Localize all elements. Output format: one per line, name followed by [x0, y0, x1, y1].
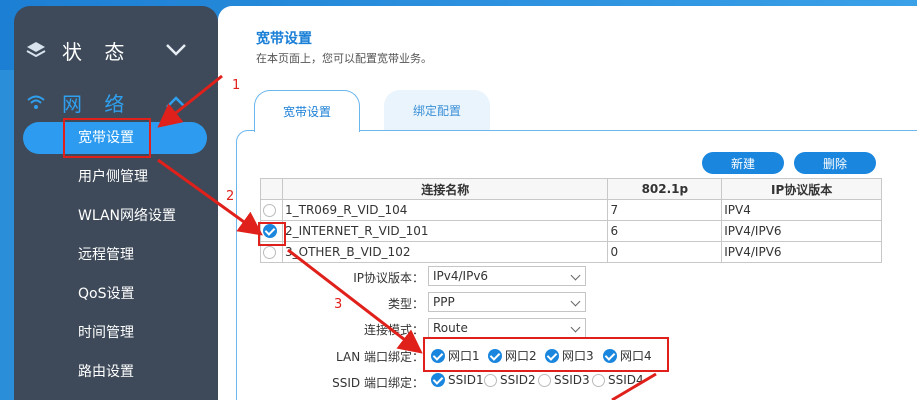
header-select — [260, 178, 283, 200]
chevron-up-icon — [166, 96, 186, 108]
sidebar-item-wlan[interactable]: WLAN网络设置 — [78, 206, 176, 226]
table-row[interactable]: 3_OTHER_B_VID_102 0 IPV4/IPV6 — [260, 241, 882, 263]
check-icon — [431, 373, 445, 387]
annotation-box-row-select — [258, 222, 286, 246]
type-select[interactable]: PPP — [428, 292, 586, 312]
header-connection-name: 连接名称 — [281, 178, 609, 200]
connection-mode-select[interactable]: Route — [428, 318, 586, 338]
tab-binding[interactable]: 绑定配置 — [384, 90, 490, 130]
new-button[interactable]: 新建 — [702, 152, 784, 174]
row-name: 2_INTERNET_R_VID_101 — [281, 220, 609, 242]
annotation-number-2: 2 — [226, 189, 235, 204]
annotation-box-broadband — [63, 118, 151, 158]
row-8021p: 6 — [607, 220, 723, 242]
ssid-1[interactable]: SSID1 — [431, 373, 484, 387]
row-name: 1_TR069_R_VID_104 — [281, 199, 609, 221]
ssid-2-label: SSID2 — [500, 373, 536, 387]
table-row[interactable]: 1_TR069_R_VID_104 7 IPV4 — [260, 199, 882, 221]
unchecked-icon — [538, 373, 551, 387]
row-8021p: 7 — [607, 199, 723, 221]
annotation-box-lan-ports — [423, 337, 669, 372]
sidebar-item-user-side[interactable]: 用户侧管理 — [78, 167, 148, 187]
table-row[interactable]: 2_INTERNET_R_VID_101 6 IPV4/IPV6 — [260, 220, 882, 242]
sidebar: 状 态 网 络 宽带设置 用户侧管理 WLAN网络设置 远程管理 QoS设置 时… — [14, 6, 218, 400]
sidebar-item-remote[interactable]: 远程管理 — [78, 245, 134, 265]
chevron-down-icon — [570, 322, 581, 333]
menu-status[interactable]: 状 态 — [14, 28, 218, 72]
ssid-binding-label: SSID 端口绑定： — [332, 376, 424, 390]
row-radio[interactable] — [263, 204, 276, 217]
row-ip: IPV4 — [721, 199, 882, 221]
unchecked-icon — [592, 373, 605, 387]
page-description: 在本页面上，您可以配置宽带业务。 — [256, 52, 432, 65]
sidebar-item-time[interactable]: 时间管理 — [78, 323, 134, 343]
delete-button[interactable]: 删除 — [794, 152, 876, 174]
header-8021p: 802.1p — [607, 178, 723, 200]
page-title: 宽带设置 — [256, 31, 312, 47]
ip-version-label: IP协议版本： — [353, 271, 424, 285]
menu-network-label: 网 络 — [62, 91, 133, 116]
connection-mode-label: 连接模式： — [363, 323, 424, 337]
tab-broadband[interactable]: 宽带设置 — [254, 90, 360, 132]
wifi-icon — [27, 95, 45, 109]
type-value: PPP — [433, 295, 455, 309]
chevron-down-icon — [166, 44, 186, 56]
ssid-4[interactable]: SSID4 — [592, 373, 644, 387]
ip-version-value: IPv4/IPv6 — [433, 269, 489, 283]
type-label: 类型： — [387, 297, 424, 311]
menu-status-label: 状 态 — [62, 39, 133, 64]
annotation-number-1: 1 — [232, 78, 241, 93]
layers-icon — [26, 42, 46, 58]
connection-mode-value: Route — [433, 321, 468, 335]
row-ip: IPV4/IPV6 — [721, 241, 882, 263]
ssid-3[interactable]: SSID3 — [538, 373, 590, 387]
ssid-1-label: SSID1 — [448, 373, 484, 387]
ssid-4-label: SSID4 — [608, 373, 644, 387]
row-radio[interactable] — [263, 246, 276, 259]
chevron-down-icon — [570, 296, 581, 307]
row-8021p: 0 — [607, 241, 723, 263]
header-ip-version: IP协议版本 — [721, 178, 882, 200]
ip-version-select[interactable]: IPv4/IPv6 — [428, 266, 586, 286]
chevron-down-icon — [570, 270, 581, 281]
connection-table: 连接名称 802.1p IP协议版本 1_TR069_R_VID_104 7 I… — [260, 178, 882, 263]
row-ip: IPV4/IPV6 — [721, 220, 882, 242]
unchecked-icon — [484, 373, 497, 387]
sidebar-item-routing[interactable]: 路由设置 — [78, 362, 134, 382]
row-select-cell[interactable] — [260, 199, 283, 221]
ssid-2[interactable]: SSID2 — [484, 373, 536, 387]
lan-binding-label: LAN 端口绑定： — [336, 350, 424, 364]
sidebar-item-qos[interactable]: QoS设置 — [78, 284, 134, 304]
annotation-number-3: 3 — [334, 297, 343, 312]
ssid-3-label: SSID3 — [554, 373, 590, 387]
table-header-row: 连接名称 802.1p IP协议版本 — [260, 178, 882, 200]
row-name: 3_OTHER_B_VID_102 — [281, 241, 609, 263]
